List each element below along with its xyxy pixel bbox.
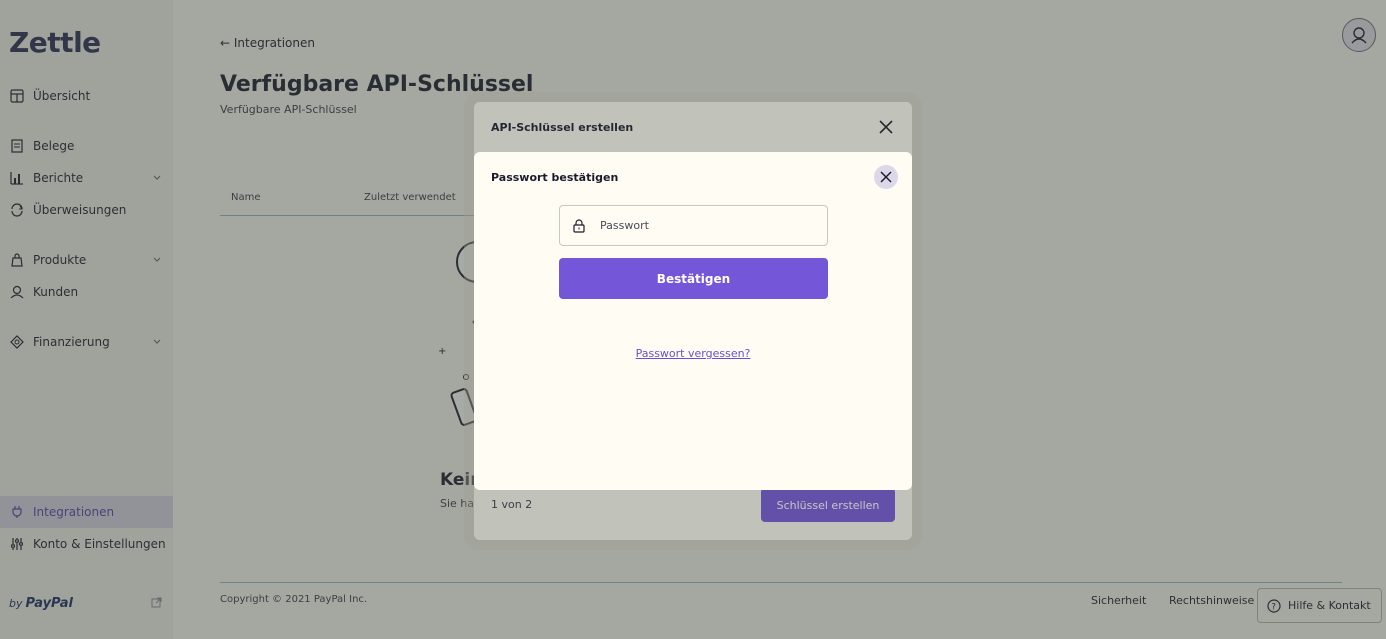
confirm-password-dialog: Passwort bestätigen Bestätigen Passwort … (474, 152, 912, 490)
confirm-button[interactable]: Bestätigen (559, 258, 828, 299)
close-button[interactable] (874, 165, 898, 189)
password-input[interactable] (600, 219, 800, 232)
password-field[interactable] (559, 205, 828, 246)
dialog-title: Passwort bestätigen (491, 171, 619, 184)
forgot-password-link[interactable]: Passwort vergessen? (474, 347, 912, 360)
close-icon (880, 171, 892, 183)
lock-icon (572, 218, 586, 233)
